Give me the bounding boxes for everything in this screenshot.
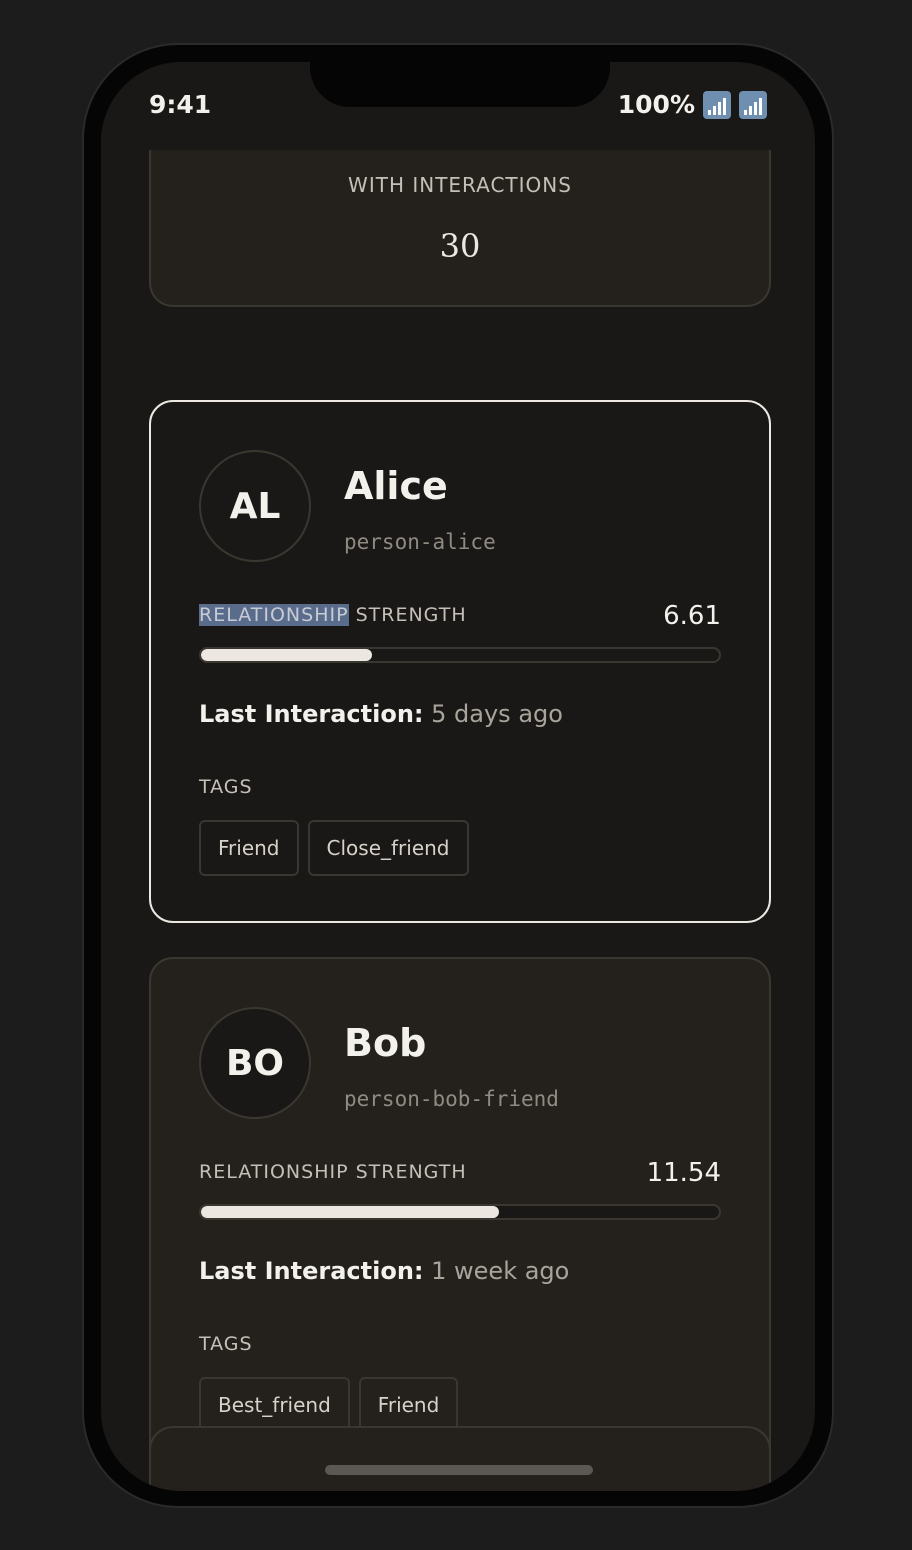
person-card-bob[interactable]: BO Bob person-bob-friend RELATIONSHIP ST…	[149, 957, 771, 1480]
tag[interactable]: Close_friend	[307, 820, 469, 876]
screen: 9:41 100% WITH INTERACTIONS 30 AL Alice …	[101, 62, 815, 1491]
tag-list: Best_friend Friend	[199, 1377, 459, 1433]
signal-icon	[703, 90, 731, 119]
person-handle: person-alice	[344, 530, 496, 554]
signal-icon	[739, 90, 767, 119]
avatar: BO	[199, 1007, 311, 1119]
tag[interactable]: Friend	[358, 1377, 459, 1433]
stat-value: 30	[439, 227, 481, 265]
tag[interactable]: Best_friend	[199, 1377, 350, 1433]
strength-bar	[199, 647, 721, 663]
person-name: Bob	[344, 1021, 427, 1065]
strength-label: RELATIONSHIP STRENGTH	[199, 1161, 467, 1183]
strength-bar-fill	[201, 1206, 499, 1218]
strength-label-rest: STRENGTH	[348, 604, 467, 626]
person-handle: person-bob-friend	[344, 1087, 559, 1111]
strength-bar-fill	[201, 649, 372, 661]
last-interaction-label: Last Interaction:	[199, 1257, 424, 1285]
phone-frame: 9:41 100% WITH INTERACTIONS 30 AL Alice …	[82, 43, 834, 1508]
person-card-partial[interactable]	[149, 1426, 771, 1491]
strength-bar	[199, 1204, 721, 1220]
strength-label: RELATIONSHIP STRENGTH	[199, 604, 467, 626]
status-right: 100%	[618, 90, 767, 119]
notch	[310, 62, 610, 107]
status-time: 9:41	[149, 90, 212, 119]
tags-label: TAGS	[199, 1333, 253, 1355]
person-name: Alice	[344, 464, 448, 508]
strength-label-highlight: RELATIONSHIP	[199, 604, 349, 626]
avatar: AL	[199, 450, 311, 562]
last-interaction-value: 5 days ago	[431, 700, 563, 728]
last-interaction: Last Interaction: 5 days ago	[199, 700, 563, 728]
last-interaction-label: Last Interaction:	[199, 700, 424, 728]
battery-text: 100%	[617, 90, 695, 119]
last-interaction-value: 1 week ago	[431, 1257, 570, 1285]
last-interaction: Last Interaction: 1 week ago	[199, 1257, 569, 1285]
home-indicator[interactable]	[325, 1465, 593, 1475]
tags-label: TAGS	[199, 776, 253, 798]
stat-label: WITH INTERACTIONS	[348, 173, 572, 197]
tag[interactable]: Friend	[199, 820, 299, 876]
strength-value: 11.54	[646, 1158, 721, 1188]
strength-value: 6.61	[663, 601, 721, 631]
person-card-alice[interactable]: AL Alice person-alice RELATIONSHIP STREN…	[149, 400, 771, 923]
tag-list: Friend Close_friend	[199, 820, 469, 876]
